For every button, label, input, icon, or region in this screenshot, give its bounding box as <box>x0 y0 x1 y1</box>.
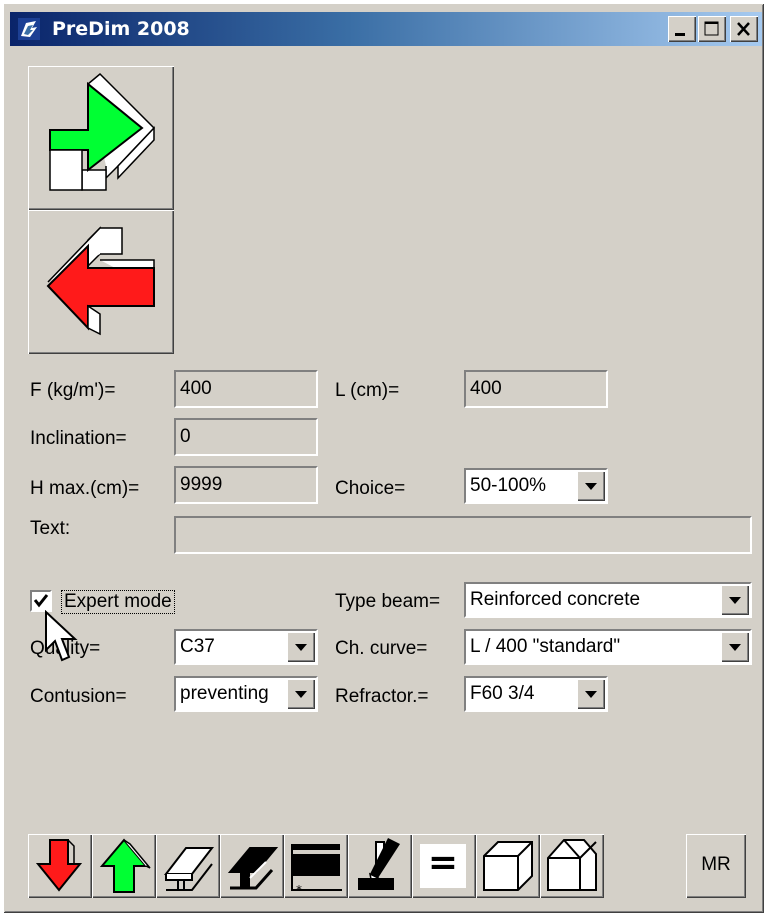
inclination-value: 0 <box>180 426 191 447</box>
equals-button[interactable]: = <box>412 834 476 898</box>
green-up-arrow-icon <box>99 838 151 893</box>
type-beam-value: Reinforced concrete <box>470 589 641 610</box>
maximize-icon <box>704 21 719 36</box>
equals-icon: = <box>427 842 459 883</box>
green-right-arrow-icon <box>49 72 156 191</box>
i-beam-filled-icon <box>227 847 279 890</box>
hmax-value: 9999 <box>180 474 223 495</box>
refractor-select[interactable]: F60 3/4 <box>464 676 608 712</box>
ch-curve-value: L / 400 "standard" <box>470 636 621 657</box>
choice-value: 50-100% <box>470 475 547 496</box>
ch-curve-label: Ch. curve= <box>335 638 428 659</box>
inclination-input[interactable]: 0 <box>174 418 318 456</box>
inclination-label: Inclination= <box>30 428 127 449</box>
choice-select[interactable]: 50-100% <box>464 468 608 504</box>
close-icon <box>737 22 750 36</box>
i-beam-outline-button[interactable] <box>156 834 220 898</box>
l-input[interactable]: 400 <box>464 370 608 408</box>
svg-text:*: * <box>296 883 302 897</box>
refractor-value: F60 3/4 <box>470 683 535 704</box>
refractor-label: Refractor.= <box>335 686 429 707</box>
expert-mode-label[interactable]: Expert mode <box>61 590 175 614</box>
text-label: Text: <box>30 518 71 539</box>
red-down-arrow-icon <box>35 839 83 892</box>
title-bar[interactable]: PreDim 2008 <box>10 12 762 46</box>
type-beam-label: Type beam= <box>335 591 441 612</box>
f-input[interactable]: 400 <box>174 370 318 408</box>
mr-button[interactable]: MR <box>686 834 746 898</box>
up-button[interactable] <box>92 834 156 898</box>
minimize-icon <box>675 33 685 36</box>
chevron-down-icon <box>585 483 597 490</box>
minimize-button[interactable] <box>668 16 696 42</box>
contusion-value: preventing <box>180 683 269 704</box>
close-button[interactable] <box>730 16 758 42</box>
l-value: 400 <box>470 378 502 399</box>
text-input[interactable] <box>174 516 752 554</box>
window-title: PreDim 2008 <box>52 18 190 40</box>
back-arrow-button[interactable] <box>28 210 174 354</box>
chevron-down-icon <box>729 644 741 651</box>
quality-dropdown-button[interactable] <box>287 632 315 662</box>
contusion-select[interactable]: preventing <box>174 676 318 712</box>
i-beam-outline-icon <box>163 847 215 891</box>
contusion-dropdown-button[interactable] <box>287 679 315 709</box>
choice-label: Choice= <box>335 478 406 499</box>
pencil-section-button[interactable] <box>348 834 412 898</box>
hmax-input[interactable]: 9999 <box>174 466 318 504</box>
maximize-button[interactable] <box>698 16 726 42</box>
chevron-down-icon <box>295 644 307 651</box>
hmax-label: H max.(cm)= <box>30 478 140 499</box>
l-label: L (cm)= <box>335 380 400 401</box>
ch-curve-select[interactable]: L / 400 "standard" <box>464 629 752 665</box>
checkmark-icon <box>33 594 49 608</box>
forward-arrow-button[interactable] <box>28 66 174 210</box>
red-left-arrow-icon <box>46 226 155 336</box>
quality-select[interactable]: C37 <box>174 629 318 665</box>
app-logo-icon <box>18 18 40 40</box>
section-profile-button[interactable]: * <box>284 834 348 898</box>
mr-label: MR <box>701 854 731 875</box>
contusion-label: Contusion= <box>30 686 127 707</box>
i-beam-filled-button[interactable] <box>220 834 284 898</box>
house-box-button[interactable] <box>540 834 604 898</box>
chevron-down-icon <box>585 691 597 698</box>
box-button[interactable] <box>476 834 540 898</box>
quality-value: C37 <box>180 636 215 657</box>
pencil-section-icon <box>358 838 400 890</box>
refractor-dropdown-button[interactable] <box>577 679 605 709</box>
ch-curve-dropdown-button[interactable] <box>721 632 749 662</box>
choice-dropdown-button[interactable] <box>577 471 605 501</box>
house-box-icon <box>547 839 597 891</box>
mouse-cursor-icon <box>45 610 78 662</box>
f-value: 400 <box>180 378 212 399</box>
type-beam-select[interactable]: Reinforced concrete <box>464 582 752 618</box>
chevron-down-icon <box>729 597 741 604</box>
down-button[interactable] <box>28 834 92 898</box>
chevron-down-icon <box>295 691 307 698</box>
box-icon <box>483 841 533 891</box>
type-beam-dropdown-button[interactable] <box>721 585 749 615</box>
f-label: F (kg/m')= <box>30 380 116 401</box>
section-profile-icon: * <box>291 844 342 897</box>
expert-mode-checkbox[interactable] <box>30 590 52 612</box>
